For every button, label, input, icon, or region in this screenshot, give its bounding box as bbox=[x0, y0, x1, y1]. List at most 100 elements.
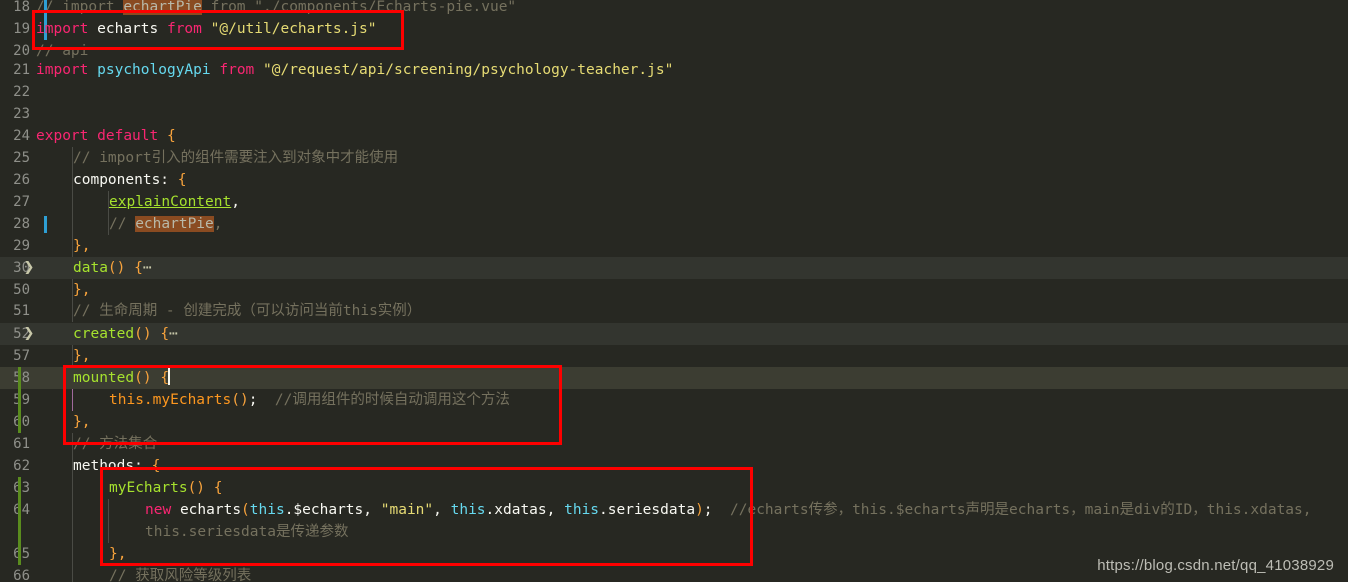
code-line-63[interactable]: 63 myEcharts() { bbox=[0, 477, 1348, 499]
code-line-26[interactable]: 26 components: { bbox=[0, 169, 1348, 191]
keyword-import: import bbox=[36, 21, 89, 37]
indent-guide bbox=[72, 213, 73, 235]
chevron-right-icon[interactable]: ❯ bbox=[22, 257, 36, 279]
this-keyword: this bbox=[450, 502, 486, 518]
line-number: 60 bbox=[13, 414, 30, 430]
code-line-27[interactable]: 27 explainContent, bbox=[0, 191, 1348, 213]
code-editor[interactable]: 18 // import echartPie from "./component… bbox=[0, 0, 1348, 582]
open-brace: { bbox=[134, 260, 143, 276]
semicolon: ; bbox=[703, 502, 713, 518]
line-content: }, bbox=[73, 235, 90, 257]
vcs-change-marker bbox=[18, 389, 21, 411]
line-number: 22 bbox=[13, 84, 30, 100]
vcs-change-marker bbox=[18, 477, 21, 499]
code-line-50[interactable]: 50 }, bbox=[0, 279, 1348, 301]
line-content: // 生命周期 - 创建完成（可以访问当前this实例） bbox=[73, 300, 421, 322]
vcs-change-marker bbox=[18, 411, 21, 433]
indent-guide bbox=[108, 499, 109, 521]
comment-text: //调用组件的时候自动调用这个方法 bbox=[274, 392, 510, 408]
line-content: }, bbox=[73, 411, 90, 433]
open-paren: ( bbox=[241, 502, 250, 518]
code-line-62[interactable]: 62 methods: { bbox=[0, 455, 1348, 477]
line-content: this.seriesdata是传递参数 bbox=[145, 521, 348, 543]
open-brace: { bbox=[151, 458, 161, 474]
comment-text: // 生命周期 - 创建完成（可以访问当前this实例） bbox=[73, 303, 422, 319]
method-name-data: data bbox=[73, 260, 108, 276]
property-seriesdata: .seriesdata bbox=[599, 502, 696, 518]
comment-text: // import引入的组件需要注入到对象中才能使用 bbox=[73, 150, 399, 166]
line-content: // 获取风险等级列表 bbox=[109, 565, 251, 582]
chevron-right-icon[interactable]: ❯ bbox=[22, 323, 36, 345]
semicolon: ; bbox=[248, 392, 258, 408]
line-content: myEcharts() { bbox=[109, 477, 223, 499]
vcs-change-marker bbox=[18, 521, 21, 543]
close-brace: }, bbox=[73, 238, 91, 254]
line-number: 64 bbox=[13, 502, 30, 518]
trailing-comment: //echarts传参，this.$echarts声明是echarts，main… bbox=[730, 502, 1312, 518]
close-brace: }, bbox=[109, 546, 127, 562]
import-binding-name: echarts bbox=[97, 21, 159, 37]
code-line-51[interactable]: 51 // 生命周期 - 创建完成（可以访问当前this实例） bbox=[0, 300, 1348, 322]
component-reference: explainContent bbox=[109, 194, 232, 210]
dot: . bbox=[143, 392, 153, 408]
line-content: export default { bbox=[36, 125, 176, 147]
line-content: // 方法集合 bbox=[73, 433, 157, 455]
line-content: mounted() { bbox=[73, 367, 171, 389]
code-line-22[interactable]: 22 bbox=[0, 81, 1348, 103]
constructor-echarts: echarts bbox=[179, 502, 242, 518]
parens: () bbox=[134, 326, 152, 342]
method-call-myecharts: myEcharts bbox=[152, 392, 232, 408]
code-line-64[interactable]: 64 new echarts(this.$echarts, "main", th… bbox=[0, 499, 1348, 521]
code-line-29[interactable]: 29 }, bbox=[0, 235, 1348, 257]
line-content: methods: { bbox=[73, 455, 160, 477]
line-number: 61 bbox=[13, 436, 30, 452]
close-brace: }, bbox=[73, 348, 91, 364]
indent-guide bbox=[72, 565, 73, 582]
comment-text: // 方法集合 bbox=[73, 436, 158, 452]
text-caret bbox=[168, 368, 171, 385]
code-line-58[interactable]: 58 mounted() { bbox=[0, 367, 1348, 389]
line-number: 62 bbox=[13, 458, 30, 474]
code-line-30[interactable]: 30 ❯ data() {⋯ bbox=[0, 257, 1348, 279]
code-line-18[interactable]: 18 // import echartPie from "./component… bbox=[0, 0, 1348, 18]
code-line-52[interactable]: 52 ❯ created() {⋯ bbox=[0, 323, 1348, 345]
line-number: 28 bbox=[13, 216, 30, 232]
method-name-myecharts: myEcharts bbox=[109, 480, 188, 496]
line-number: 63 bbox=[13, 480, 30, 496]
code-line-25[interactable]: 25 // import引入的组件需要注入到对象中才能使用 bbox=[0, 147, 1348, 169]
line-content: explainContent, bbox=[109, 191, 240, 213]
open-brace: { bbox=[160, 326, 170, 342]
line-number: 57 bbox=[13, 348, 30, 364]
comma: , bbox=[231, 194, 240, 210]
code-line-28[interactable]: 28 // echartPie, bbox=[0, 213, 1348, 235]
indent-guide-active bbox=[72, 389, 73, 411]
line-number: 25 bbox=[13, 150, 30, 166]
keyword-from: from bbox=[219, 62, 255, 78]
parens: () bbox=[134, 370, 152, 386]
code-line-23[interactable]: 23 bbox=[0, 103, 1348, 125]
comment-prefix: // bbox=[109, 216, 136, 232]
separator: , bbox=[433, 502, 451, 518]
code-line-60[interactable]: 60 }, bbox=[0, 411, 1348, 433]
indent-guide bbox=[72, 191, 73, 213]
fold-placeholder[interactable]: ⋯ bbox=[169, 326, 178, 342]
code-line-61[interactable]: 61 // 方法集合 bbox=[0, 433, 1348, 455]
code-line-21[interactable]: 21 import psychologyApi from "@/request/… bbox=[0, 59, 1348, 81]
code-line-64-continuation[interactable]: 64b this.seriesdata是传递参数 bbox=[0, 521, 1348, 543]
indent-guide bbox=[72, 543, 73, 565]
code-line-24[interactable]: 24 export default { bbox=[0, 125, 1348, 147]
fold-placeholder[interactable]: ⋯ bbox=[143, 260, 152, 276]
code-line-19[interactable]: 19 import echarts from "@/util/echarts.j… bbox=[0, 18, 1348, 40]
line-content: data() {⋯ bbox=[73, 257, 152, 279]
keyword-new: new bbox=[145, 502, 172, 518]
string-main: "main" bbox=[380, 502, 434, 518]
parens: () bbox=[107, 260, 126, 276]
comment-text: // 获取风险等级列表 bbox=[109, 568, 252, 582]
module-path-string: "@/request/api/screening/psychology-teac… bbox=[263, 62, 674, 78]
line-number: 59 bbox=[13, 392, 30, 408]
code-line-57[interactable]: 57 }, bbox=[0, 345, 1348, 367]
watermark-url: https://blog.csdn.net/qq_41038929 bbox=[1097, 557, 1334, 574]
code-line-59[interactable]: 59 this.myEcharts(); //调用组件的时候自动调用这个方法 bbox=[0, 389, 1348, 411]
text-caret bbox=[44, 216, 47, 233]
line-content: created() {⋯ bbox=[73, 323, 178, 345]
